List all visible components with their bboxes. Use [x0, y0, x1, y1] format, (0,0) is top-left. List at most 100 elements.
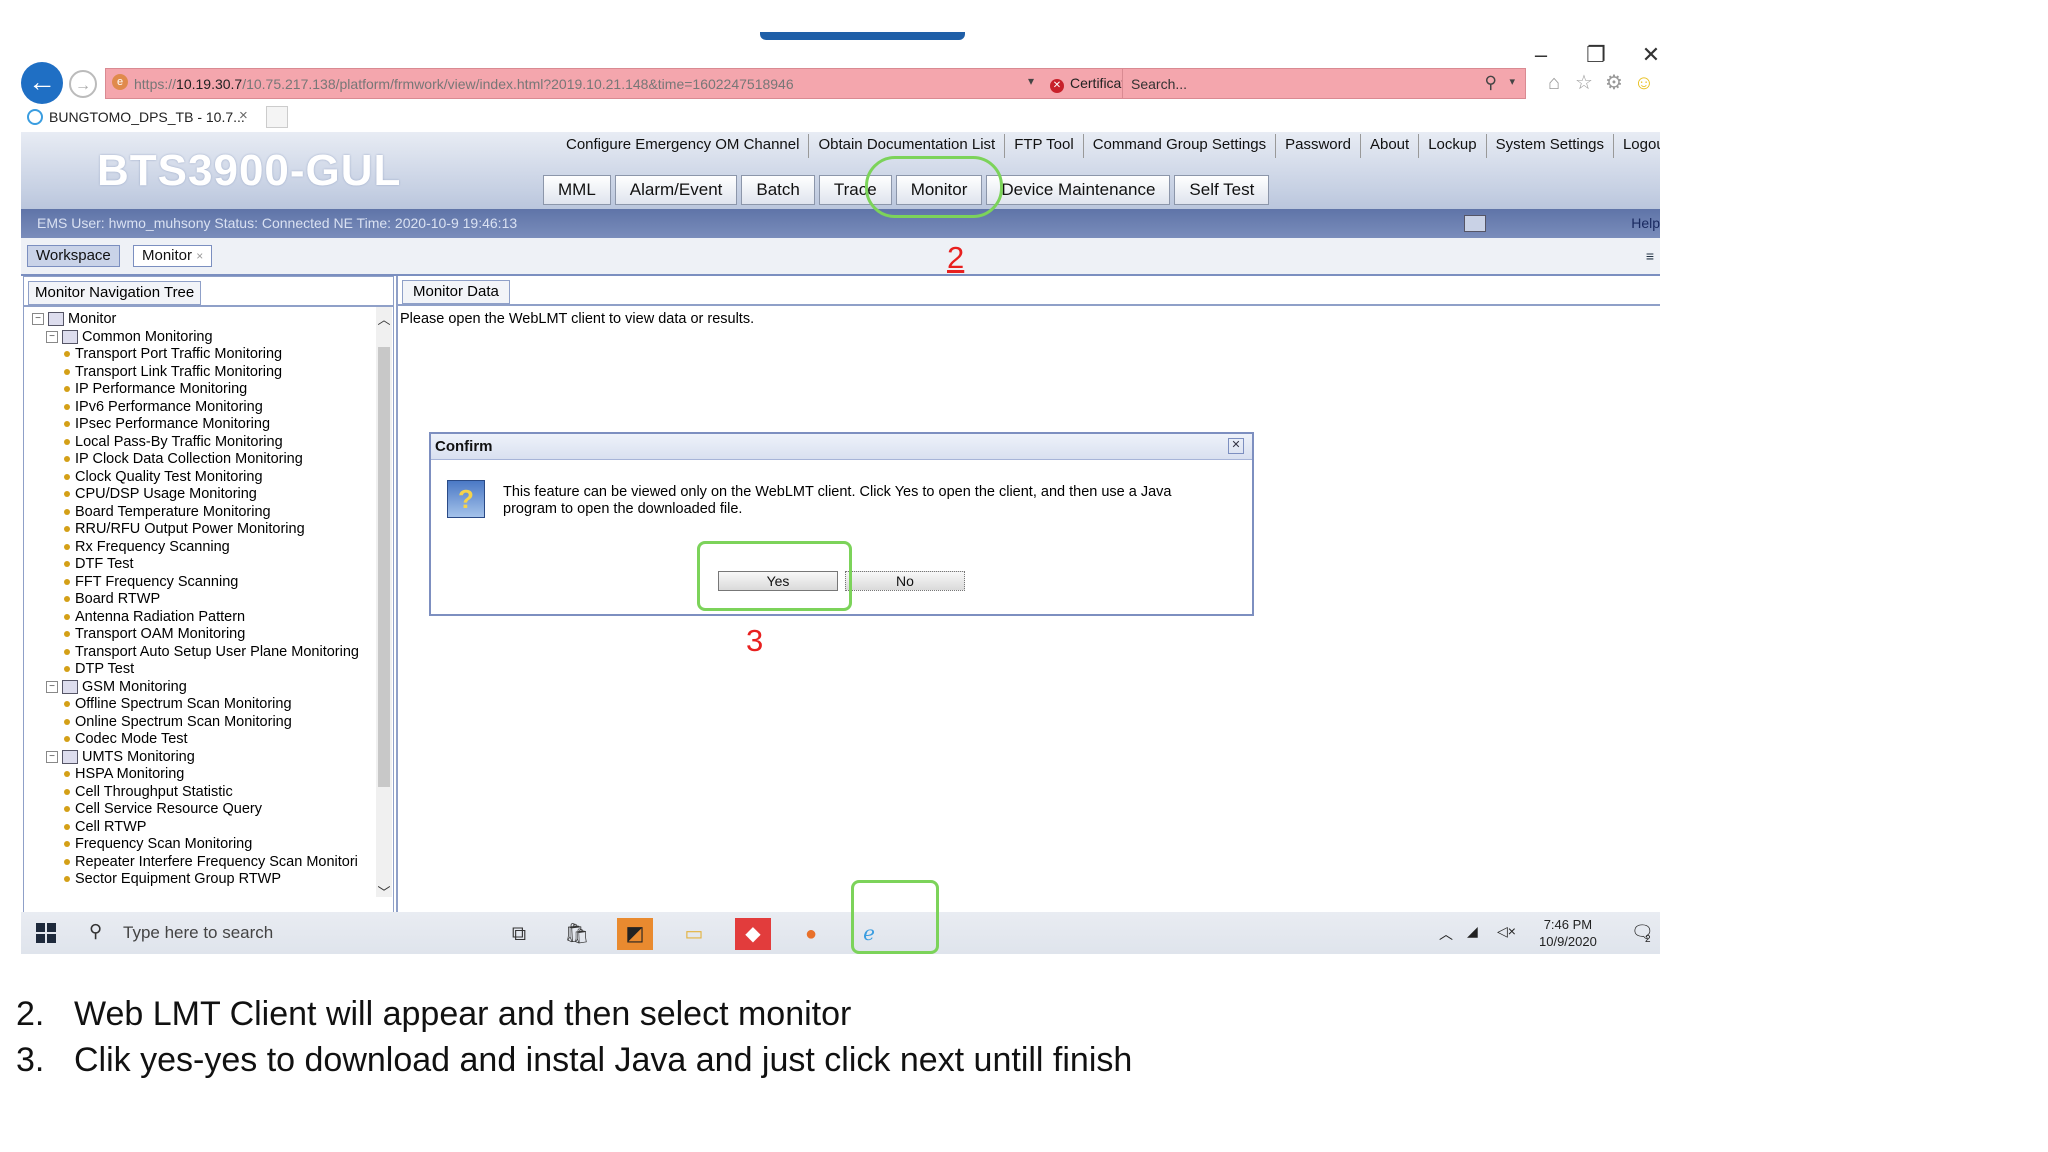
menu-configure-emergency-om-channel[interactable]: Configure Emergency OM Channel: [557, 134, 810, 158]
feedback-smiley-icon[interactable]: ☺: [1631, 70, 1657, 96]
collapse-icon[interactable]: −: [46, 750, 58, 763]
tab-mml[interactable]: MML: [543, 175, 611, 205]
menu-password[interactable]: Password: [1276, 134, 1361, 158]
file-explorer-icon[interactable]: ▭: [676, 918, 712, 950]
tree-item[interactable]: Cell RTWP: [64, 819, 146, 836]
tree-item[interactable]: Repeater Interfere Frequency Scan Monito…: [64, 854, 358, 871]
scroll-up-icon[interactable]: ︿: [376, 309, 392, 328]
tree-group[interactable]: − GSM Monitoring: [46, 679, 187, 696]
settings-gear-icon[interactable]: ⚙: [1601, 70, 1627, 96]
tree-item[interactable]: DTF Test: [64, 556, 134, 573]
menu-ftp-tool[interactable]: FTP Tool: [1005, 134, 1084, 158]
tab-self-test[interactable]: Self Test: [1174, 175, 1270, 205]
browser-tab[interactable]: BUNGTOMO_DPS_TB - 10.7... ×: [21, 104, 261, 130]
scroll-down-icon[interactable]: ﹀: [376, 882, 392, 901]
sticky-notes-icon[interactable]: ◩: [617, 918, 653, 950]
tree-item[interactable]: Local Pass-By Traffic Monitoring: [64, 434, 283, 451]
cert-error-icon: ✕: [1050, 79, 1064, 93]
tree-item[interactable]: Board Temperature Monitoring: [64, 504, 271, 521]
tree-root-monitor[interactable]: − Monitor: [32, 311, 116, 328]
volume-muted-icon[interactable]: ◁×: [1497, 923, 1516, 940]
tree-item[interactable]: Frequency Scan Monitoring: [64, 836, 252, 853]
tree-item[interactable]: Transport Auto Setup User Plane Monitori…: [64, 644, 359, 661]
windows-start-icon[interactable]: [36, 923, 56, 943]
tree-item[interactable]: Codec Mode Test: [64, 731, 188, 748]
help-link[interactable]: Help: [1631, 215, 1660, 231]
leaf-bullet-icon: [64, 788, 70, 795]
tree-item[interactable]: FFT Frequency Scanning: [64, 574, 238, 591]
tree-item[interactable]: Cell Service Resource Query: [64, 801, 262, 818]
tree-group[interactable]: − UMTS Monitoring: [46, 749, 195, 766]
new-tab-button[interactable]: [266, 106, 288, 128]
tree-item[interactable]: Cell Throughput Statistic: [64, 784, 233, 801]
menu-about[interactable]: About: [1361, 134, 1420, 158]
tab-close-icon[interactable]: ×: [196, 249, 203, 263]
tree-item[interactable]: Offline Spectrum Scan Monitoring: [64, 696, 292, 713]
tree-item[interactable]: IPv6 Performance Monitoring: [64, 399, 263, 416]
menu-system-settings[interactable]: System Settings: [1487, 134, 1614, 158]
collapse-icon[interactable]: −: [46, 330, 58, 343]
tree-group[interactable]: − Common Monitoring: [46, 329, 213, 346]
question-icon: ?: [447, 480, 485, 518]
tree-item[interactable]: IP Clock Data Collection Monitoring: [64, 451, 303, 468]
no-button[interactable]: No: [845, 571, 965, 591]
tree-item[interactable]: Transport Port Traffic Monitoring: [64, 346, 282, 363]
menu-command-group-settings[interactable]: Command Group Settings: [1084, 134, 1277, 158]
firefox-icon[interactable]: ●: [793, 918, 829, 950]
tree-item[interactable]: DTP Test: [64, 661, 134, 678]
tree-item[interactable]: Rx Frequency Scanning: [64, 539, 230, 556]
address-dropdown-icon[interactable]: ▾: [1028, 74, 1034, 88]
tree-item[interactable]: Sector Equipment Group RTWP: [64, 871, 281, 888]
menu-logout[interactable]: Logout: [1614, 134, 1660, 158]
tree-item[interactable]: RRU/RFU Output Power Monitoring: [64, 521, 305, 538]
url-prefix: https://: [134, 76, 177, 92]
dialog-close-icon[interactable]: ✕: [1228, 438, 1244, 454]
monitor-data-tab[interactable]: Monitor Data: [402, 280, 510, 304]
task-view-icon[interactable]: ⧉: [501, 918, 537, 950]
tree-item[interactable]: Clock Quality Test Monitoring: [64, 469, 263, 486]
collapse-icon[interactable]: −: [32, 313, 44, 326]
back-icon[interactable]: ←: [21, 62, 63, 104]
restore-icon[interactable]: ❐: [1576, 38, 1616, 72]
taskbar-clock[interactable]: 7:46 PM 10/9/2020: [1539, 916, 1597, 950]
tree-item[interactable]: HSPA Monitoring: [64, 766, 184, 783]
screen-layout-icon[interactable]: [1464, 215, 1486, 232]
favorites-icon[interactable]: ☆: [1571, 70, 1597, 96]
scroll-thumb[interactable]: [378, 347, 390, 787]
tab-alarm-event[interactable]: Alarm/Event: [614, 175, 738, 205]
menu-lockup[interactable]: Lockup: [1419, 134, 1487, 158]
tree-item[interactable]: Transport Link Traffic Monitoring: [64, 364, 282, 381]
taskbar-search-input[interactable]: ⚲ Type here to search: [89, 919, 469, 947]
network-icon[interactable]: ◢: [1467, 923, 1478, 940]
tab-workspace[interactable]: Workspace: [27, 245, 120, 267]
minimize-icon[interactable]: –: [1521, 38, 1561, 72]
tab-monitor-workspace[interactable]: Monitor ×: [133, 245, 213, 267]
anydesk-icon[interactable]: ◆: [735, 918, 771, 950]
tree-item[interactable]: Board RTWP: [64, 591, 160, 608]
tab-close-icon[interactable]: ×: [239, 107, 248, 124]
panel-menu-icon[interactable]: ≡: [1646, 248, 1654, 264]
home-icon[interactable]: ⌂: [1541, 70, 1567, 96]
tree-node-label: Codec Mode Test: [75, 731, 188, 747]
tray-expand-icon[interactable]: ︿: [1439, 924, 1453, 944]
store-icon[interactable]: 🛍: [559, 918, 595, 950]
search-icon[interactable]: ⚲: [1485, 73, 1497, 93]
tree-item[interactable]: IPsec Performance Monitoring: [64, 416, 270, 433]
tree-item[interactable]: Antenna Radiation Pattern: [64, 609, 245, 626]
tree-item[interactable]: Online Spectrum Scan Monitoring: [64, 714, 292, 731]
tab-batch[interactable]: Batch: [741, 175, 815, 205]
tree-vertical-scrollbar[interactable]: ︿ ﹀: [376, 307, 392, 900]
tree-item[interactable]: IP Performance Monitoring: [64, 381, 247, 398]
close-window-icon[interactable]: ✕: [1631, 38, 1660, 72]
tree-item[interactable]: CPU/DSP Usage Monitoring: [64, 486, 257, 503]
browser-search-input[interactable]: Search... ⚲ ▾: [1122, 68, 1526, 99]
search-dropdown-icon[interactable]: ▾: [1509, 75, 1515, 88]
monitor-navigation-tree-tab[interactable]: Monitor Navigation Tree: [28, 281, 202, 305]
tree-item[interactable]: Transport OAM Monitoring: [64, 626, 245, 643]
menu-obtain-documentation-list[interactable]: Obtain Documentation List: [809, 134, 1006, 158]
address-bar[interactable]: e https://10.19.30.7/10.75.217.138/platf…: [105, 68, 1188, 99]
forward-icon[interactable]: →: [69, 70, 97, 98]
site-icon: e: [112, 74, 128, 90]
collapse-icon[interactable]: −: [46, 680, 58, 693]
tab-device-maintenance[interactable]: Device Maintenance: [986, 175, 1171, 205]
